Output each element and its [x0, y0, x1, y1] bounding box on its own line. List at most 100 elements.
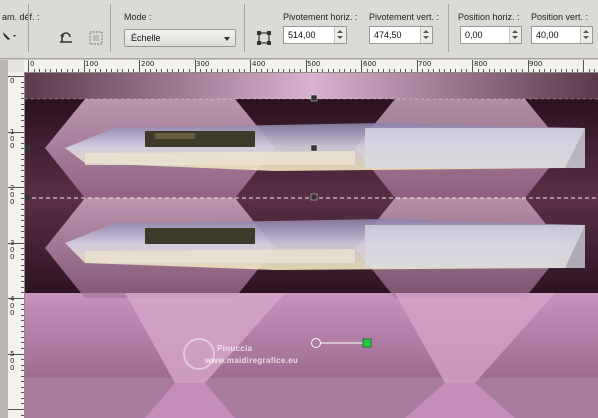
- ruler-tick: [355, 69, 357, 72]
- ruler-tick: [516, 69, 518, 72]
- watermark-url: www.maidiregrafice.eu: [205, 356, 299, 365]
- ruler-tick: [21, 170, 24, 172]
- ruler-tick: [21, 370, 24, 372]
- ruler-top-label: 200: [141, 60, 155, 68]
- ruler-tick: [510, 69, 512, 72]
- horizontal-ruler[interactable]: 0 100 200 300 400 500 600 700 800 900: [24, 60, 598, 73]
- ruler-tick: [438, 69, 440, 72]
- spin-arrows-icon[interactable]: [334, 27, 346, 43]
- ruler-tick: [283, 69, 285, 72]
- ruler-tick: [211, 69, 213, 72]
- ruler-tick: [155, 69, 157, 72]
- ruler-left-label: 3 0 0: [10, 239, 15, 261]
- pivot-h-field[interactable]: 514,00: [283, 26, 347, 44]
- ruler-top-label: 900: [529, 60, 543, 68]
- ruler-tick: [21, 120, 24, 122]
- ruler-tick: [566, 69, 568, 72]
- ruler-tick: [483, 69, 485, 72]
- reset-transform-icon[interactable]: [56, 28, 76, 48]
- ruler-tick: [21, 203, 24, 205]
- ruler-top-label: 600: [363, 60, 377, 68]
- ruler-tick: [21, 87, 24, 89]
- ruler-tick: [366, 69, 368, 72]
- ruler-tick: [44, 69, 46, 72]
- image-canvas[interactable]: Pinuccia www.maidiregrafice.eu: [25, 73, 598, 418]
- ruler-tick: [21, 231, 24, 233]
- ruler-tick: [21, 164, 24, 166]
- ruler-tick: [21, 220, 24, 222]
- ruler-tick: [21, 275, 24, 277]
- ruler-tick: [150, 69, 152, 72]
- pivot-v-value: 474,50: [374, 30, 402, 40]
- ruler-tick: [377, 69, 379, 72]
- ruler-tick: [21, 225, 24, 227]
- ruler-tick: [388, 69, 390, 72]
- vertical-ruler[interactable]: 0 1 0 0 2 0 0 3 0 0 4 0 0 5 0 0: [8, 72, 25, 418]
- pivot-v-field[interactable]: 474,50: [369, 26, 433, 44]
- ruler-tick: [94, 69, 96, 72]
- preset-dropdown-icon[interactable]: [0, 26, 20, 46]
- mode-select[interactable]: Échelle: [124, 29, 236, 47]
- ruler-tick: [21, 392, 24, 394]
- ruler-left-label: 4 0 0: [10, 295, 15, 317]
- ruler-tick: [21, 397, 24, 399]
- ruler-tick: [177, 69, 179, 72]
- bounding-box-icon[interactable]: [254, 28, 274, 48]
- ruler-top-label: 800: [474, 60, 488, 68]
- ruler-tick: [166, 69, 168, 72]
- ruler-tick: [544, 69, 546, 72]
- ruler-tick: [21, 248, 24, 250]
- pos-h-field[interactable]: 0,00: [460, 26, 522, 44]
- pivot-v-label: Pivotement vert. :: [369, 12, 440, 22]
- ruler-tick: [255, 69, 257, 72]
- ruler-tick: [266, 69, 268, 72]
- ruler-tick: [222, 69, 224, 72]
- ruler-tick: [89, 69, 91, 72]
- chevron-down-icon: [224, 37, 230, 41]
- ruler-tick: [21, 142, 24, 144]
- ruler-tick: [405, 69, 407, 72]
- ruler-tick: [583, 60, 584, 72]
- ruler-tick: [594, 69, 596, 72]
- ruler-tick: [372, 69, 374, 72]
- ruler-top-label: 100: [85, 60, 99, 68]
- ruler-tick: [127, 69, 129, 72]
- ruler-tick: [499, 69, 501, 72]
- ruler-tick: [21, 236, 24, 238]
- ruler-tick: [427, 69, 429, 72]
- apply-transform-icon[interactable]: [86, 28, 106, 48]
- ruler-tick: [577, 69, 579, 72]
- ruler-tick: [21, 309, 24, 311]
- ruler-tick: [238, 69, 240, 72]
- ruler-tick: [21, 209, 24, 211]
- ruler-tick: [466, 69, 468, 72]
- ruler-tick: [277, 69, 279, 72]
- ruler-tick: [538, 69, 540, 72]
- ruler-tick: [477, 69, 479, 72]
- pos-v-field[interactable]: 40,00: [531, 26, 593, 44]
- ruler-tick: [116, 69, 118, 72]
- ruler-tick: [294, 69, 296, 72]
- ruler-tick: [449, 69, 451, 72]
- watermark-logo-icon: [183, 338, 215, 370]
- ruler-tick: [66, 69, 68, 72]
- spin-arrows-icon[interactable]: [509, 27, 521, 43]
- ruler-tick: [21, 270, 24, 272]
- ruler-tick: [28, 60, 29, 72]
- ruler-tick: [21, 214, 24, 216]
- ruler-top-label: 400: [252, 60, 266, 68]
- ruler-tick: [322, 69, 324, 72]
- ruler-tick: [521, 69, 523, 72]
- ruler-tick: [560, 69, 562, 72]
- ruler-tick: [21, 314, 24, 316]
- spin-arrows-icon[interactable]: [420, 27, 432, 43]
- ruler-left-label: 1 0 0: [10, 128, 15, 150]
- pos-h-label: Position horiz. :: [458, 12, 520, 22]
- spin-arrows-icon[interactable]: [580, 27, 592, 43]
- ruler-tick: [494, 69, 496, 72]
- ruler-left-label: 5 0 0: [10, 350, 15, 372]
- ruler-tick: [21, 414, 24, 416]
- ruler-tick: [21, 331, 24, 333]
- ruler-tick: [444, 69, 446, 72]
- ruler-tick: [272, 69, 274, 72]
